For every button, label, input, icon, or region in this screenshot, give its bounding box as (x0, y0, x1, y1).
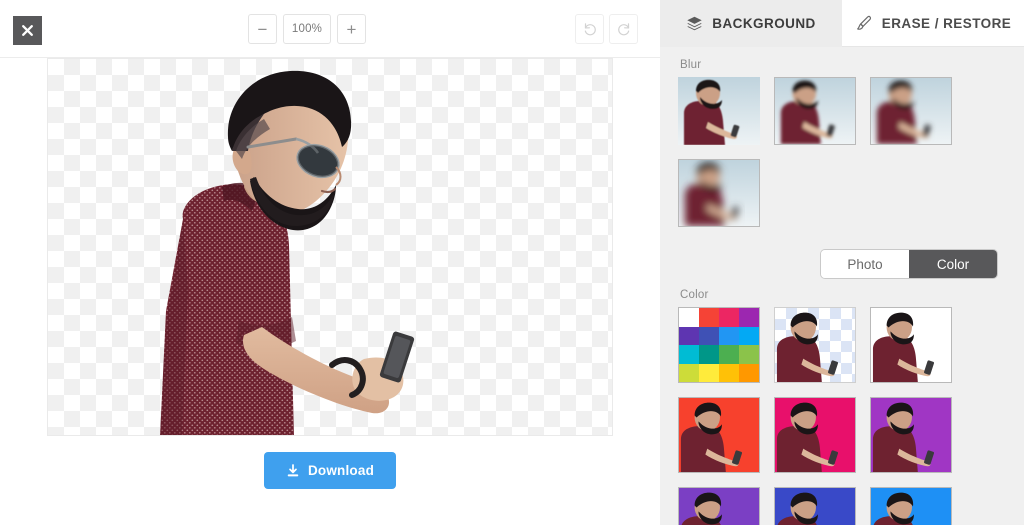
swatch-15[interactable] (739, 363, 759, 382)
layers-icon (686, 15, 703, 32)
swatch-11[interactable] (739, 345, 759, 364)
download-label: Download (307, 463, 375, 478)
panel-tabs: BACKGROUND ERASE / RESTORE (660, 0, 1024, 47)
download-row: Download (0, 452, 660, 489)
swatch-9[interactable] (699, 345, 719, 364)
color-option-violet[interactable] (678, 487, 760, 525)
swatch-13[interactable] (699, 363, 719, 382)
tab-background[interactable]: BACKGROUND (660, 0, 842, 47)
close-icon (22, 25, 33, 36)
source-toggle-row: Photo Color (678, 249, 998, 279)
undo-icon (584, 23, 596, 36)
swatch-4[interactable] (679, 326, 699, 345)
color-section-label: Color (680, 289, 709, 301)
color-option-transparent[interactable] (774, 307, 856, 383)
blur-option-3[interactable] (870, 77, 952, 145)
color-option-bright-blue[interactable] (870, 487, 952, 525)
zoom-out-button[interactable]: − (248, 14, 277, 44)
blur-thumbnails (678, 77, 1006, 227)
right-panel: BACKGROUND ERASE / RESTORE Blur Photo Co… (660, 0, 1024, 525)
editor-toolbar: − 100% + (0, 0, 660, 58)
background-remover-app: − 100% + Download BACKGROUND ERASE / RES… (0, 0, 1024, 525)
color-option-indigo-blue[interactable] (774, 487, 856, 525)
swatch-6[interactable] (719, 326, 739, 345)
swatch-5[interactable] (699, 326, 719, 345)
minus-icon: − (257, 19, 268, 39)
zoom-in-button[interactable]: + (337, 14, 366, 44)
blur-option-2[interactable] (774, 77, 856, 145)
blur-section-label: Blur (680, 59, 702, 71)
download-button[interactable]: Download (263, 452, 397, 489)
toggle-color[interactable]: Color (909, 250, 997, 278)
color-picker-swatch[interactable] (678, 307, 760, 383)
blur-option-4[interactable] (678, 159, 760, 227)
tab-erase-restore[interactable]: ERASE / RESTORE (842, 0, 1024, 47)
editor-area: − 100% + Download (0, 0, 660, 525)
redo-icon (617, 23, 629, 36)
redo-button[interactable] (609, 14, 638, 44)
blur-option-1[interactable] (678, 77, 760, 145)
close-button[interactable] (13, 16, 42, 45)
swatch-12[interactable] (679, 363, 699, 382)
color-thumbnails (678, 307, 1006, 525)
subject-figure (160, 70, 415, 435)
panel-body: Blur Photo Color Color (660, 47, 1024, 525)
tab-background-label: BACKGROUND (712, 15, 816, 31)
swatch-10[interactable] (719, 345, 739, 364)
subject-image (136, 59, 466, 435)
brush-icon (855, 14, 873, 32)
history-controls (575, 14, 638, 44)
swatch-0[interactable] (679, 308, 699, 327)
tab-erase-restore-label: ERASE / RESTORE (881, 15, 1012, 31)
swatch-1[interactable] (699, 308, 719, 327)
color-option-pink-magenta[interactable] (774, 397, 856, 473)
color-option-red-orange[interactable] (678, 397, 760, 473)
toggle-photo[interactable]: Photo (821, 250, 909, 278)
image-canvas[interactable] (47, 58, 613, 436)
color-option-purple[interactable] (870, 397, 952, 473)
swatch-7[interactable] (739, 326, 759, 345)
download-icon (287, 463, 299, 476)
swatch-8[interactable] (679, 345, 699, 364)
zoom-level-display[interactable]: 100% (283, 14, 331, 44)
swatch-2[interactable] (719, 308, 739, 327)
color-option-white[interactable] (870, 307, 952, 383)
zoom-controls: − 100% + (248, 14, 366, 44)
swatch-14[interactable] (719, 363, 739, 382)
plus-icon: + (346, 19, 357, 39)
undo-button[interactable] (575, 14, 604, 44)
source-toggle: Photo Color (820, 249, 998, 279)
swatch-3[interactable] (739, 308, 759, 327)
